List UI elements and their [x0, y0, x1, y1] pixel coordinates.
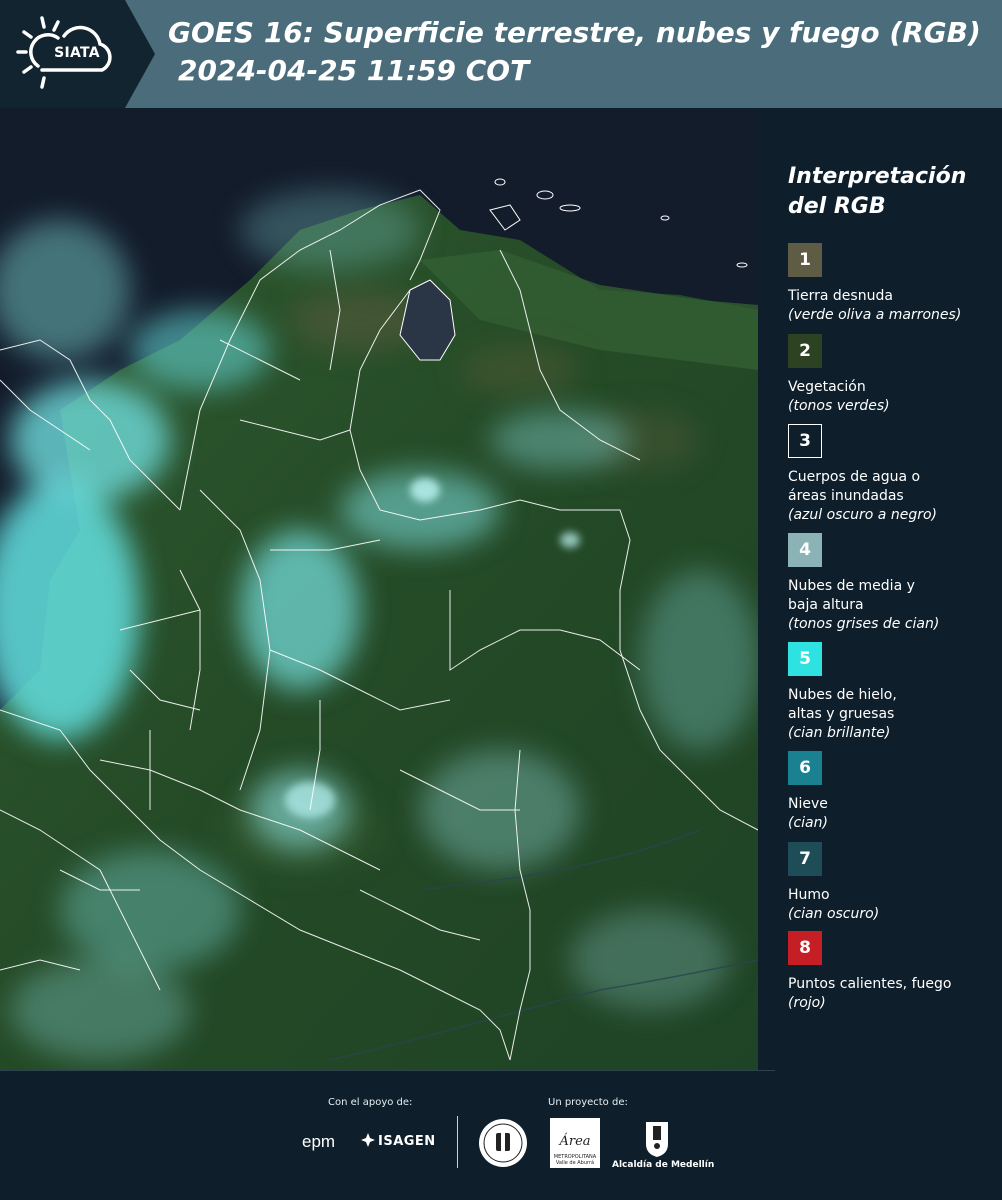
header-bar: SIATA GOES 16: Superficie terrestre, nub…	[0, 0, 1002, 108]
area-logo-text: Área	[559, 1134, 591, 1149]
university-seal-icon[interactable]	[478, 1118, 528, 1168]
footer-divider	[0, 1070, 775, 1071]
area-logo-subtext: METROPOLITANA Valle de Aburrá	[553, 1154, 597, 1166]
siata-logo: SIATA	[0, 0, 155, 108]
legend-swatch-8: 8	[788, 931, 822, 965]
footer-separator	[457, 1116, 458, 1168]
legend-label-4: Nubes de media y baja altura	[788, 578, 915, 613]
legend-desc-5: (cian brillante)	[788, 725, 891, 741]
legend-swatch-2: 2	[788, 334, 822, 368]
legend-desc-3: (azul oscuro a negro)	[788, 507, 937, 523]
legend-title: Interpretación del RGB	[788, 162, 988, 222]
legend-item-7: 7 Humo (cian oscuro)	[788, 842, 998, 924]
support-label: Con el apoyo de:	[328, 1097, 413, 1108]
epm-logo[interactable]: epm	[302, 1132, 335, 1152]
legend-label-2: Vegetación	[788, 379, 866, 395]
legend-swatch-1: 1	[788, 243, 822, 277]
legend-item-1: 1 Tierra desnuda (verde oliva a marrones…	[788, 243, 998, 325]
legend-label-3: Cuerpos de agua o áreas inundadas	[788, 469, 921, 504]
legend-desc-8: (rojo)	[788, 995, 826, 1011]
legend-title-line2: del RGB	[788, 194, 886, 219]
page-title: GOES 16: Superficie terrestre, nubes y f…	[168, 16, 981, 49]
legend-swatch-7: 7	[788, 842, 822, 876]
legend-label-7: Humo	[788, 887, 830, 903]
legend-item-4: 4 Nubes de media y baja altura (tonos gr…	[788, 533, 998, 634]
area-metropolitana-logo[interactable]: Área METROPOLITANA Valle de Aburrá	[550, 1118, 600, 1168]
project-label: Un proyecto de:	[548, 1097, 628, 1108]
legend-desc-1: (verde oliva a marrones)	[788, 307, 962, 323]
legend-label-1: Tierra desnuda	[788, 288, 893, 304]
medellin-shield-icon[interactable]	[644, 1118, 670, 1158]
legend-swatch-6: 6	[788, 751, 822, 785]
legend-swatch-4: 4	[788, 533, 822, 567]
legend-label-6: Nieve	[788, 796, 828, 812]
legend-item-2: 2 Vegetación (tonos verdes)	[788, 334, 998, 416]
legend-swatch-5: 5	[788, 642, 822, 676]
legend-label-8: Puntos calientes, fuego	[788, 976, 952, 992]
isagen-star-icon	[361, 1133, 375, 1147]
legend-title-line1: Interpretación	[788, 164, 967, 189]
legend-desc-6: (cian)	[788, 815, 828, 831]
legend-item-5: 5 Nubes de hielo, altas y gruesas (cian …	[788, 642, 998, 743]
isagen-logo[interactable]: ISAGEN	[378, 1134, 436, 1149]
legend-item-3: 3 Cuerpos de agua o áreas inundadas (azu…	[788, 424, 998, 525]
legend-item-8: 8 Puntos calientes, fuego (rojo)	[788, 931, 998, 1013]
legend-desc-2: (tonos verdes)	[788, 398, 890, 414]
legend-label-5: Nubes de hielo, altas y gruesas	[788, 687, 897, 722]
alcaldia-medellin-label: Alcaldía de Medellín	[612, 1160, 715, 1170]
legend-swatch-3: 3	[788, 424, 822, 458]
legend-panel: Interpretación del RGB 1 Tierra desnuda …	[760, 110, 1002, 1070]
footer: Con el apoyo de: Un proyecto de: epm ISA…	[0, 1070, 1002, 1200]
satellite-map[interactable]	[0, 110, 758, 1070]
legend-item-6: 6 Nieve (cian)	[788, 751, 998, 833]
legend-desc-4: (tonos grises de cian)	[788, 616, 940, 632]
page-timestamp: 2024-04-25 11:59 COT	[178, 54, 530, 87]
siata-logo-text: SIATA	[54, 45, 100, 61]
satellite-image	[0, 110, 758, 1070]
legend-desc-7: (cian oscuro)	[788, 906, 880, 922]
